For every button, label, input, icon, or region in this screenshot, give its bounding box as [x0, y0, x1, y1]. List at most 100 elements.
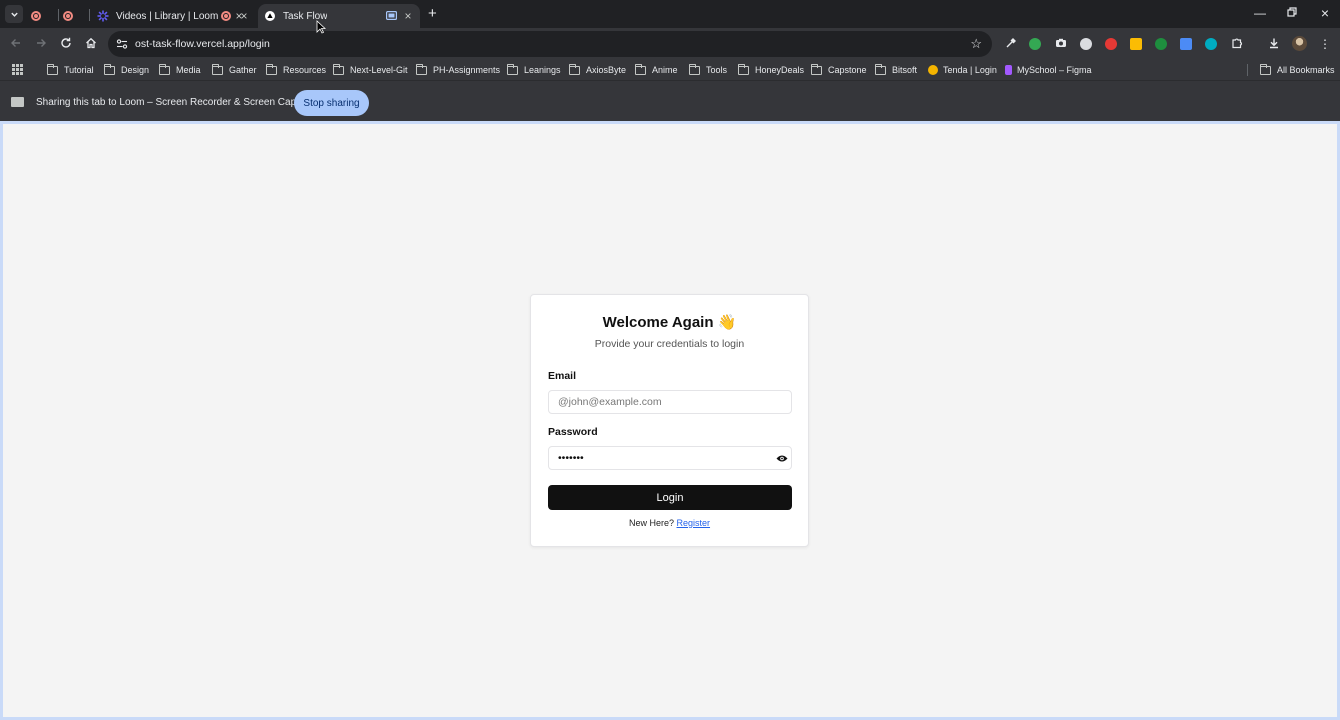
adblock-plus-icon[interactable]	[1105, 38, 1117, 50]
bookmark-myschool-figma[interactable]: MySchool – Figma	[1005, 63, 1092, 77]
folder-icon	[737, 63, 749, 75]
bookmarks-separator	[1247, 64, 1248, 76]
loom-icon	[97, 10, 109, 22]
bookmark-folder-anime[interactable]: Anime	[634, 63, 678, 77]
home-button[interactable]	[84, 37, 98, 51]
bookmark-folder-axiosbyte[interactable]: AxiosByte	[568, 63, 626, 77]
vercel-triangle-icon	[264, 10, 276, 22]
bookmark-folder-next-level-git[interactable]: Next-Level-Git	[332, 63, 408, 77]
bookmark-folder-gather[interactable]: Gather	[211, 63, 257, 77]
folder-icon	[810, 63, 822, 75]
extensions-puzzle-icon[interactable]	[1230, 37, 1244, 51]
close-icon[interactable]: ×	[402, 10, 414, 22]
restore-button[interactable]	[1285, 6, 1299, 20]
url-text: ost-task-flow.vercel.app/login	[135, 38, 270, 50]
login-card: Welcome Again 👋 Provide your credentials…	[530, 294, 809, 547]
screen-share-icon	[11, 97, 24, 107]
tab-strip: Videos | Library | Loom × × Task Flow × …	[0, 0, 1340, 28]
tab-sharing-infobar: Sharing this tab to Loom – Screen Record…	[0, 80, 1340, 121]
tab-loom-1[interactable]	[30, 4, 54, 28]
new-tab-button[interactable]: +	[428, 6, 440, 21]
folder-icon	[211, 63, 223, 75]
login-title: Welcome Again 👋	[602, 314, 737, 331]
bookmark-all-bookmarks[interactable]: All Bookmarks	[1259, 63, 1335, 77]
extension-green-circle-icon[interactable]	[1155, 38, 1167, 50]
bookmark-folder-honeydeals[interactable]: HoneyDeals	[737, 63, 804, 77]
folder-icon	[103, 63, 115, 75]
bookmarks-bar: Tutorial Design Media Gather Resources N…	[0, 60, 1340, 80]
page-viewport: Welcome Again 👋 Provide your credentials…	[0, 121, 1340, 720]
minimize-button[interactable]: —	[1253, 6, 1267, 20]
close-window-button[interactable]: ×	[1318, 6, 1332, 20]
password-field[interactable]	[548, 446, 792, 470]
tab-task-flow[interactable]: Task Flow ×	[258, 4, 420, 28]
tab-search-button[interactable]	[5, 5, 23, 23]
bookmark-folder-tools[interactable]: Tools	[688, 63, 727, 77]
email-field[interactable]	[548, 390, 792, 414]
back-button[interactable]	[9, 37, 23, 51]
folder-icon	[332, 63, 344, 75]
bookmark-folder-media[interactable]: Media	[158, 63, 201, 77]
eyedropper-extension-icon[interactable]	[1004, 37, 1018, 51]
reload-icon	[61, 37, 71, 48]
bookmark-folder-tutorial[interactable]: Tutorial	[46, 63, 94, 77]
address-bar[interactable]: ost-task-flow.vercel.app/login ☆	[108, 31, 992, 57]
bookmark-folder-capstone[interactable]: Capstone	[810, 63, 867, 77]
loom-record-icon	[30, 10, 42, 22]
tab-loom-2[interactable]	[62, 4, 86, 28]
close-icon[interactable]: ×	[238, 10, 250, 22]
register-prompt: New Here? Register	[628, 518, 711, 528]
tab-separator	[58, 9, 59, 21]
login-button[interactable]: Login	[548, 485, 792, 510]
arrow-left-icon	[11, 39, 20, 47]
apps-grid-icon[interactable]	[12, 64, 23, 75]
folder-icon	[688, 63, 700, 75]
restore-icon	[1287, 7, 1297, 17]
arrow-right-icon	[37, 39, 46, 47]
folder-icon	[568, 63, 580, 75]
reload-button[interactable]	[59, 37, 73, 51]
folder-icon	[1259, 63, 1271, 75]
tab-label: Videos | Library | Loom	[116, 10, 219, 22]
browser-toolbar: ost-task-flow.vercel.app/login ☆ ⋮	[0, 28, 1340, 60]
folder-icon	[506, 63, 518, 75]
site-info-icon[interactable]	[116, 38, 128, 50]
folder-icon	[158, 63, 170, 75]
tab-loom-3[interactable]: ×	[214, 4, 256, 28]
chevron-down-icon	[10, 12, 18, 17]
password-label: Password	[548, 426, 598, 438]
sharing-indicator-icon	[386, 11, 397, 20]
bookmark-folder-bitsoft[interactable]: Bitsoft	[874, 63, 917, 77]
tab-separator	[89, 9, 90, 21]
sharing-message: Sharing this tab to Loom – Screen Record…	[36, 97, 314, 108]
loom-record-icon	[62, 10, 74, 22]
refresh-extension-icon[interactable]	[1029, 38, 1041, 50]
bookmark-star-icon[interactable]: ☆	[970, 37, 982, 51]
waving-hand-icon: 👋	[717, 314, 737, 331]
download-icon[interactable]	[1267, 37, 1281, 51]
folder-icon	[265, 63, 277, 75]
more-menu-icon[interactable]: ⋮	[1318, 37, 1332, 51]
bookmark-tenda-login[interactable]: Tenda | Login	[928, 63, 997, 77]
tenda-icon	[928, 65, 938, 75]
folder-icon	[415, 63, 427, 75]
home-icon	[86, 37, 96, 49]
figma-icon	[1005, 65, 1012, 75]
stop-sharing-button[interactable]: Stop sharing	[294, 90, 369, 116]
register-link[interactable]: Register	[677, 518, 711, 528]
react-devtools-icon[interactable]	[1205, 38, 1217, 50]
loom-record-icon	[220, 10, 232, 22]
eye-icon[interactable]	[776, 454, 788, 463]
profile-avatar[interactable]	[1292, 36, 1307, 51]
forward-button[interactable]	[34, 37, 48, 51]
folder-icon	[874, 63, 886, 75]
bookmark-folder-ph-assignments[interactable]: PH-Assignments	[415, 63, 500, 77]
camera-extension-icon[interactable]	[1054, 37, 1068, 51]
email-label: Email	[548, 370, 577, 382]
bookmark-folder-resources[interactable]: Resources	[265, 63, 326, 77]
extension-yellow-icon[interactable]	[1130, 38, 1142, 50]
bookmark-folder-design[interactable]: Design	[103, 63, 149, 77]
globe-extension-icon[interactable]	[1080, 38, 1092, 50]
extension-colorful-icon[interactable]	[1180, 38, 1192, 50]
bookmark-folder-leanings[interactable]: Leanings	[506, 63, 561, 77]
